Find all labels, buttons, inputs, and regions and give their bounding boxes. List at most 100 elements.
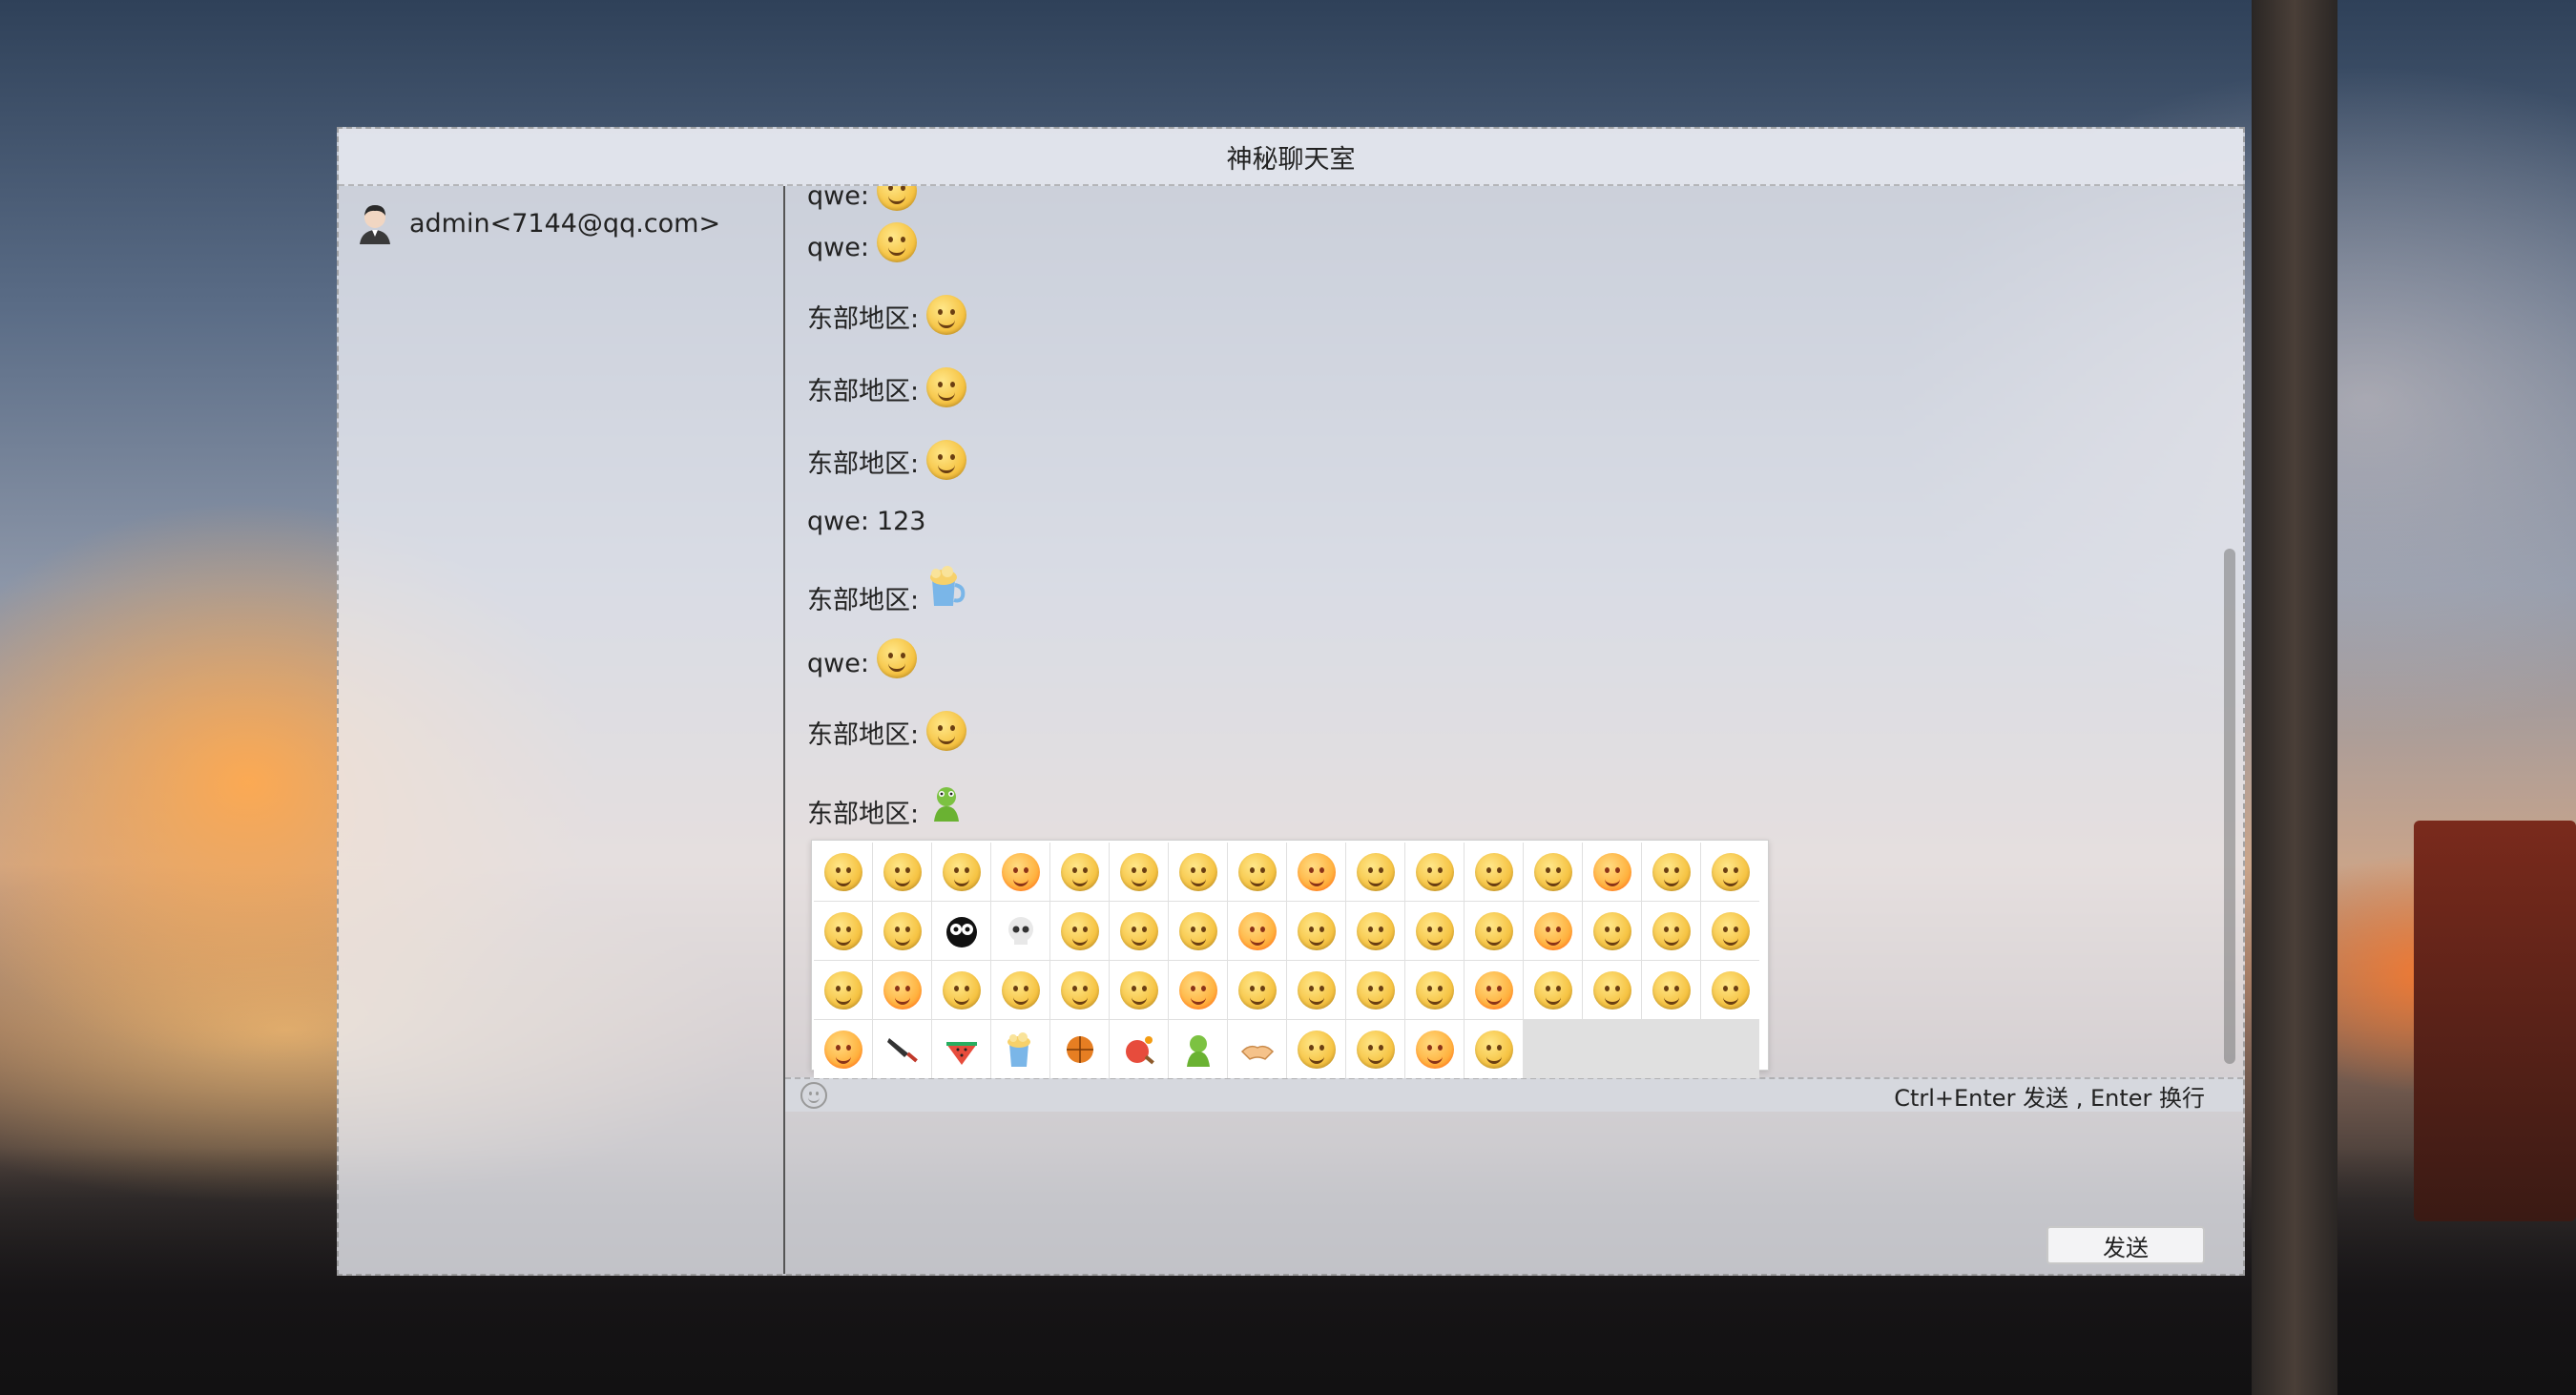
emoji-option[interactable] xyxy=(1642,843,1700,901)
emoji-option[interactable] xyxy=(932,902,990,960)
emoji-option[interactable] xyxy=(1583,843,1641,901)
emoji-option[interactable] xyxy=(991,902,1049,960)
emoji-option[interactable] xyxy=(1110,961,1168,1019)
face-emoji-icon xyxy=(1237,970,1277,1010)
emoji-option[interactable] xyxy=(814,961,872,1019)
message-sender: qwe: xyxy=(807,186,869,211)
emoji-option[interactable] xyxy=(1465,902,1523,960)
emoji-option[interactable] xyxy=(1287,961,1345,1019)
face-emoji-icon xyxy=(1297,911,1336,950)
emoji-option[interactable] xyxy=(1405,843,1464,901)
face-emoji-icon xyxy=(1652,852,1691,891)
emoji-option[interactable] xyxy=(1169,961,1227,1019)
emoji-option[interactable] xyxy=(873,1020,931,1078)
emoji-option[interactable] xyxy=(1110,1020,1168,1078)
face-emoji-icon xyxy=(1533,970,1572,1010)
emoji-option[interactable] xyxy=(1169,843,1227,901)
face-emoji-icon xyxy=(1060,970,1099,1010)
sleepy-emoji-icon xyxy=(876,222,917,262)
emoji-option[interactable] xyxy=(873,961,931,1019)
pingpong-emoji-icon xyxy=(1125,1035,1154,1064)
emoji-option[interactable] xyxy=(991,1020,1049,1078)
emoji-option[interactable] xyxy=(1642,961,1700,1019)
chat-main: qwe: qwe: 东部地区: 东部地区: 东部地区: qwe: 123 东部地… xyxy=(785,186,2243,1274)
smirk-emoji-icon xyxy=(926,440,967,480)
emoji-option[interactable] xyxy=(1110,902,1168,960)
emoji-option[interactable] xyxy=(1701,961,1759,1019)
beer-emoji-icon xyxy=(926,566,966,616)
face-emoji-icon xyxy=(1297,970,1336,1010)
face-emoji-icon xyxy=(1415,1030,1454,1069)
emoji-option[interactable] xyxy=(814,902,872,960)
emoji-option[interactable] xyxy=(1405,961,1464,1019)
emoji-option[interactable] xyxy=(1583,961,1641,1019)
face-emoji-icon xyxy=(1415,911,1454,950)
emoji-option[interactable] xyxy=(1228,843,1286,901)
message-scrollbar[interactable] xyxy=(2220,186,2239,1077)
face-emoji-icon xyxy=(1652,970,1691,1010)
message-sender: 东部地区: xyxy=(807,586,920,615)
emoji-option[interactable] xyxy=(1287,1020,1345,1078)
emoji-toggle-icon[interactable] xyxy=(800,1082,827,1109)
message-input[interactable]: 发送 xyxy=(785,1114,2243,1274)
emoji-option[interactable] xyxy=(932,961,990,1019)
sad-emoji-icon xyxy=(926,711,967,751)
face-emoji-icon xyxy=(823,911,862,950)
emoji-option[interactable] xyxy=(1701,902,1759,960)
emoji-option[interactable] xyxy=(1050,961,1109,1019)
face-emoji-icon xyxy=(1297,852,1336,891)
emoji-option[interactable] xyxy=(814,843,872,901)
emoji-option[interactable] xyxy=(1405,1020,1464,1078)
emoji-option[interactable] xyxy=(1050,843,1109,901)
emoji-option[interactable] xyxy=(1110,843,1168,901)
emoji-option[interactable] xyxy=(991,843,1049,901)
face-emoji-icon xyxy=(1119,970,1158,1010)
face-emoji-icon xyxy=(1592,970,1631,1010)
emoji-option[interactable] xyxy=(1287,843,1345,901)
emoji-option[interactable] xyxy=(1524,902,1582,960)
emoji-option[interactable] xyxy=(1169,1020,1227,1078)
emoji-option[interactable] xyxy=(1465,1020,1523,1078)
emoji-option[interactable] xyxy=(1583,902,1641,960)
emoji-option[interactable] xyxy=(1050,1020,1109,1078)
input-toolbar: Ctrl+Enter 发送 , Enter 换行 xyxy=(785,1077,2243,1112)
emoji-option[interactable] xyxy=(1524,843,1582,901)
user-list-item[interactable]: admin<7144@qq.com> xyxy=(356,199,720,247)
emoji-option[interactable] xyxy=(1465,961,1523,1019)
knife-emoji-icon xyxy=(886,1037,918,1062)
message-item: qwe: xyxy=(807,638,917,678)
user-name: admin<7144@qq.com> xyxy=(409,208,721,239)
emoji-option[interactable] xyxy=(1465,843,1523,901)
emoji-option[interactable] xyxy=(1346,902,1404,960)
emoji-option[interactable] xyxy=(1346,961,1404,1019)
emoji-option[interactable] xyxy=(1346,843,1404,901)
emoji-option[interactable] xyxy=(1169,902,1227,960)
emoji-option[interactable] xyxy=(814,1020,872,1078)
emoji-option[interactable] xyxy=(1228,902,1286,960)
emoji-option[interactable] xyxy=(1701,843,1759,901)
emoji-option[interactable] xyxy=(932,843,990,901)
face-emoji-icon xyxy=(1119,911,1158,950)
face-emoji-icon xyxy=(1592,852,1631,891)
send-button[interactable]: 发送 xyxy=(2046,1226,2205,1264)
emoji-option[interactable] xyxy=(1405,902,1464,960)
emoji-option[interactable] xyxy=(1228,961,1286,1019)
face-emoji-icon xyxy=(1711,911,1750,950)
face-emoji-icon xyxy=(1711,970,1750,1010)
face-emoji-icon xyxy=(1178,852,1217,891)
face-emoji-icon xyxy=(823,1030,862,1069)
emoji-option[interactable] xyxy=(873,902,931,960)
emoji-option[interactable] xyxy=(932,1020,990,1078)
emoji-option[interactable] xyxy=(1642,902,1700,960)
window-title: 神秘聊天室 xyxy=(1226,144,1356,175)
face-emoji-icon xyxy=(942,852,981,891)
emoji-option[interactable] xyxy=(1524,961,1582,1019)
scrollbar-thumb[interactable] xyxy=(2224,549,2235,1064)
smile-emoji-icon xyxy=(876,186,917,211)
emoji-option[interactable] xyxy=(1050,902,1109,960)
emoji-option[interactable] xyxy=(873,843,931,901)
emoji-option[interactable] xyxy=(991,961,1049,1019)
emoji-option[interactable] xyxy=(1346,1020,1404,1078)
emoji-option[interactable] xyxy=(1228,1020,1286,1078)
emoji-option[interactable] xyxy=(1287,902,1345,960)
